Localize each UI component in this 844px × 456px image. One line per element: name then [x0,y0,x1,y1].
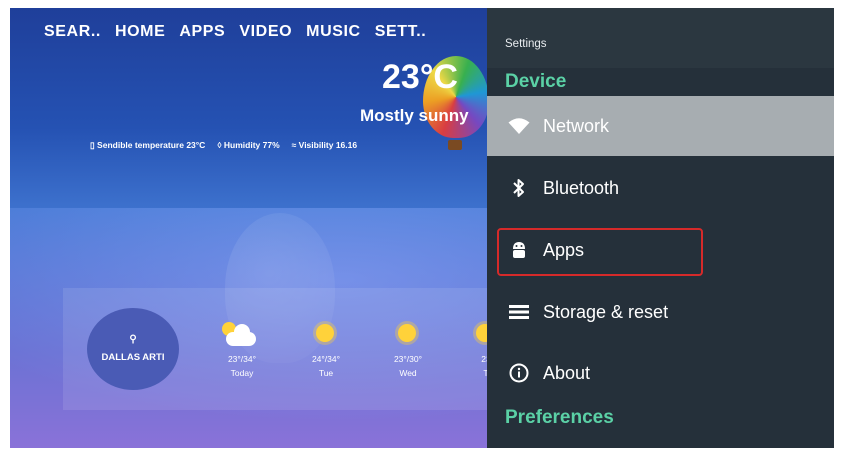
menu-label-about: About [543,362,591,383]
forecast-day: 23°/30° Wed [378,320,438,378]
weather-stats: ▯ Sendible temperature 23°C ◊ Humidity 7… [90,140,357,151]
nav-search[interactable]: SEAR.. [44,23,101,41]
menu-item-about[interactable]: About [487,343,834,403]
settings-header: Settings [487,8,834,68]
humidity-text: Humidity 77% [223,140,280,150]
forecast-temps: 23°/30° [393,354,423,364]
nav-home[interactable]: HOME [115,23,165,41]
city-name: DALLAS ARTI [101,352,165,363]
forecast-day-label: Wed [399,368,417,378]
sun-icon [378,320,438,350]
nav-music[interactable]: MUSIC [306,23,361,41]
menu-item-network[interactable]: Network [487,96,834,156]
forecast-temps: 23°/34° [227,354,257,364]
forecast-temps: 24°/34° [311,354,341,364]
balloon-basket [448,140,462,150]
info-icon [507,361,531,385]
section-device: Device [505,71,567,92]
humidity-stat: ◊ Humidity 77% [217,140,279,151]
nav-settings[interactable]: SETT.. [375,23,427,41]
settings-panel: Settings Device Network Bluetooth Apps S… [487,8,834,448]
menu-label-network: Network [543,115,610,136]
forecast-day-label: Tue [318,368,334,378]
menu-label-bluetooth: Bluetooth [543,177,620,198]
menu-item-storage-reset[interactable]: Storage & reset [487,282,834,342]
feels-like-text: Sendible temperature 23°C [97,140,206,150]
forecast-day: 23°/34° Today [212,320,272,378]
menu-label-storage-reset: Storage & reset [543,301,669,322]
section-preferences: Preferences [505,407,614,428]
location-pin-icon: ⚲ [129,334,137,345]
thermometer-icon: ▯ [90,140,98,150]
bluetooth-icon [507,176,531,200]
sun-icon [296,320,356,350]
weather-condition: Mostly sunny [360,106,469,125]
top-nav: SEAR.. HOME APPS VIDEO MUSIC SETT.. [44,23,426,41]
current-temperature: 23°C [382,58,458,96]
tv-screen: SEAR.. HOME APPS VIDEO MUSIC SETT.. 23°C… [10,8,834,448]
wifi-icon [507,114,531,138]
visibility-icon: ≈ [291,140,299,150]
nav-apps[interactable]: APPS [179,23,225,41]
forecast-day: 24°/34° Tue [296,320,356,378]
city-badge[interactable]: ⚲ DALLAS ARTI [87,308,179,390]
settings-title: Settings [505,38,547,50]
partly-cloudy-icon [212,320,272,350]
storage-icon [507,300,531,324]
nav-video[interactable]: VIDEO [239,23,292,41]
forecast-day-label: Today [230,368,254,378]
menu-item-bluetooth[interactable]: Bluetooth [487,158,834,218]
apps-highlight-frame [497,228,703,276]
visibility-stat: ≈ Visibility 16.16 [292,140,357,151]
visibility-text: Visibility 16.16 [298,140,358,150]
feels-like-stat: ▯ Sendible temperature 23°C [90,140,205,151]
